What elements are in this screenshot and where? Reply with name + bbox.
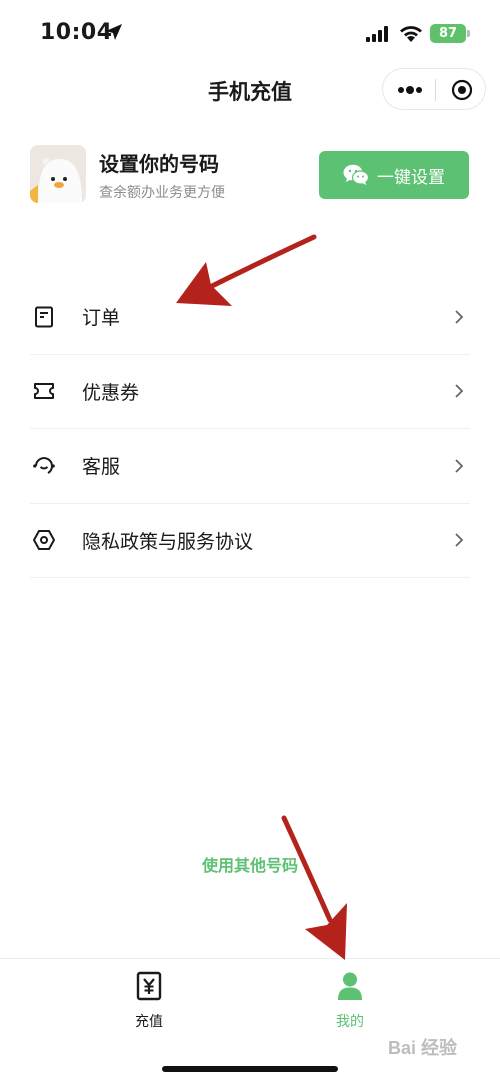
menu-item-label: 优惠券	[82, 381, 140, 404]
profile-subtitle: 查余额办业务更方便	[99, 185, 225, 201]
profile-title: 设置你的号码	[99, 152, 219, 176]
menu-item-label: 隐私政策与服务协议	[82, 530, 254, 553]
menu-item-orders[interactable]: 订单	[30, 280, 470, 355]
status-bar: 10:04 87	[0, 0, 500, 66]
cellular-signal-icon	[366, 26, 388, 42]
more-icon[interactable]	[395, 81, 425, 99]
chevron-right-icon	[455, 384, 464, 398]
privacy-icon	[33, 530, 55, 551]
wifi-icon	[400, 26, 422, 42]
status-time: 10:04	[40, 20, 113, 45]
menu-item-customer-service[interactable]: 客服	[30, 429, 470, 504]
chevron-right-icon	[455, 310, 464, 324]
location-arrow-icon	[106, 24, 122, 40]
miniprogram-capsule	[382, 68, 486, 110]
coupon-icon	[34, 383, 54, 400]
wechat-icon	[343, 164, 369, 185]
menu-item-label: 客服	[82, 456, 121, 479]
menu-list: 订单 优惠券 客服 隐私政策与服务协议	[30, 280, 470, 578]
battery-cap	[467, 30, 470, 37]
menu-item-label: 订单	[82, 307, 121, 330]
chevron-right-icon	[455, 533, 464, 547]
yen-bill-icon	[136, 971, 162, 1001]
tab-mine[interactable]: 我的	[290, 971, 410, 1031]
menu-item-privacy-policy[interactable]: 隐私政策与服务协议	[30, 504, 470, 578]
battery-level: 87	[438, 26, 458, 41]
close-miniprogram-icon[interactable]	[451, 79, 473, 101]
red-arrow-pointing-mine-tab	[281, 815, 347, 960]
home-indicator	[162, 1066, 338, 1072]
customer-service-icon	[33, 456, 55, 474]
capsule-divider	[435, 79, 436, 101]
chevron-right-icon	[455, 459, 464, 473]
tab-label: 充值	[135, 1014, 163, 1030]
user-icon	[338, 972, 362, 1000]
one-click-setup-label: 一键设置	[377, 167, 445, 188]
order-icon	[35, 306, 53, 328]
tab-recharge[interactable]: 充值	[89, 971, 209, 1031]
one-click-setup-button[interactable]: 一键设置	[319, 151, 469, 199]
battery-indicator: 87	[430, 24, 466, 43]
use-other-number-link[interactable]: 使用其他号码	[0, 852, 500, 876]
menu-item-coupons[interactable]: 优惠券	[30, 355, 470, 429]
baidu-jingyan-watermark: Bai 经验	[388, 1038, 458, 1058]
tab-label: 我的	[336, 1014, 364, 1030]
tab-bar: 充值 我的	[0, 958, 500, 1083]
avatar	[30, 145, 86, 203]
duck-avatar-icon	[30, 145, 86, 203]
